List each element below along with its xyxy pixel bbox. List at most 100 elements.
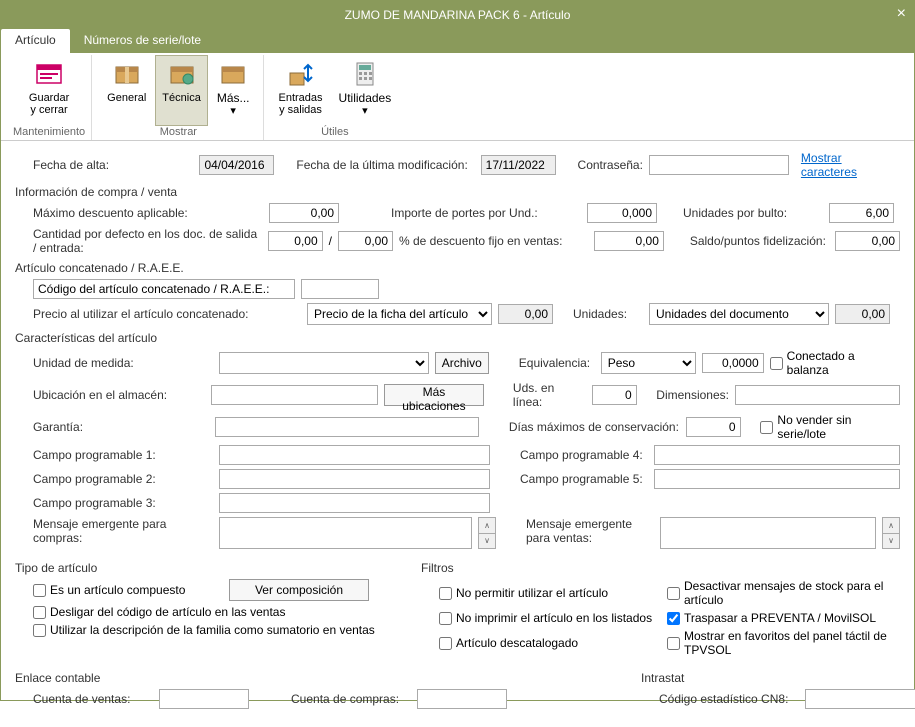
- entradas-button[interactable]: Entradas y salidas: [272, 55, 330, 126]
- section-filtros: Filtros: [421, 561, 900, 575]
- close-icon[interactable]: ×: [897, 5, 906, 23]
- equiv-field[interactable]: [702, 353, 764, 373]
- dim-label: Dimensiones:: [656, 388, 729, 402]
- calculator-icon: [349, 58, 381, 90]
- no-vender-checkbox[interactable]: No vender sin serie/lote: [760, 413, 900, 441]
- uds-bulto-label: Unidades por bulto:: [683, 206, 823, 220]
- cn8-label: Código estadístico CN8:: [659, 692, 799, 706]
- tab-articulo[interactable]: Artículo: [1, 29, 70, 53]
- contrasena-label: Contraseña:: [578, 158, 643, 172]
- fecha-alta-label: Fecha de alta:: [15, 158, 193, 172]
- cp5-label: Campo programable 5:: [520, 472, 648, 486]
- utilidades-label: Utilidades▾: [339, 92, 392, 117]
- fecha-mod-field: [481, 155, 556, 175]
- box-icon: [111, 58, 143, 90]
- tecnica-label: Técnica: [162, 92, 201, 104]
- garantia-field[interactable]: [215, 417, 480, 437]
- tecnica-button[interactable]: Técnica: [155, 55, 208, 126]
- msg-ventas-field[interactable]: [660, 517, 876, 549]
- box-gear-icon: [166, 58, 198, 90]
- max-desc-field[interactable]: [269, 203, 339, 223]
- cant-def-field-2[interactable]: [338, 231, 393, 251]
- dias-label: Días máximos de conservación:: [509, 420, 680, 434]
- section-concat: Artículo concatenado / R.A.E.E.: [15, 261, 900, 275]
- cp4-field[interactable]: [654, 445, 900, 465]
- precio-concat-num: [498, 304, 553, 324]
- uds-bulto-field[interactable]: [829, 203, 894, 223]
- general-label: General: [107, 92, 146, 104]
- entradas-label: Entradas y salidas: [279, 92, 323, 116]
- uds-linea-field[interactable]: [592, 385, 637, 405]
- saldo-field[interactable]: [835, 231, 900, 251]
- cv-field[interactable]: [159, 689, 249, 709]
- pct-field[interactable]: [594, 231, 664, 251]
- archivo-button[interactable]: Archivo: [435, 352, 489, 374]
- equiv-label: Equivalencia:: [519, 356, 595, 370]
- ver-comp-button[interactable]: Ver composición: [229, 579, 369, 601]
- cv-label: Cuenta de ventas:: [33, 692, 153, 706]
- compuesto-checkbox[interactable]: Es un artículo compuesto: [33, 583, 223, 597]
- mas-ubic-button[interactable]: Más ubicaciones: [384, 384, 484, 406]
- save-close-button[interactable]: Guardar y cerrar: [22, 55, 76, 126]
- tab-strip: Artículo Números de serie/lote: [1, 29, 914, 53]
- dias-field[interactable]: [686, 417, 741, 437]
- dim-field[interactable]: [735, 385, 900, 405]
- pct-label: % de descuento fijo en ventas:: [399, 234, 588, 248]
- save-icon: [33, 58, 65, 90]
- importe-field[interactable]: [587, 203, 657, 223]
- equiv-select[interactable]: Peso: [601, 352, 696, 374]
- msg-compras-field[interactable]: [219, 517, 472, 549]
- arrows-icon: [285, 58, 317, 90]
- desact-stock-checkbox[interactable]: Desactivar mensajes de stock para el art…: [667, 579, 900, 607]
- tab-series[interactable]: Números de serie/lote: [70, 29, 215, 53]
- importe-label: Importe de portes por Und.:: [391, 206, 581, 220]
- cn8-field[interactable]: [805, 689, 915, 709]
- cod-concat-field[interactable]: [301, 279, 379, 299]
- group-mantenimiento: Mantenimiento: [13, 126, 85, 140]
- um-label: Unidad de medida:: [33, 356, 213, 370]
- cc-field[interactable]: [417, 689, 507, 709]
- cant-def-field-1[interactable]: [268, 231, 323, 251]
- mas-label: Más...▾: [217, 92, 250, 117]
- contrasena-field[interactable]: [649, 155, 789, 175]
- traspasar-checkbox[interactable]: Traspasar a PREVENTA / MovilSOL: [667, 611, 876, 625]
- cp2-field[interactable]: [219, 469, 490, 489]
- mostrar-fav-checkbox[interactable]: Mostrar en favoritos del panel táctil de…: [667, 629, 900, 657]
- uds-concat-num: [835, 304, 890, 324]
- window-title: ZUMO DE MANDARINA PACK 6 - Artículo: [345, 8, 571, 22]
- no-permitir-checkbox[interactable]: No permitir utilizar el artículo: [439, 586, 661, 600]
- cp3-field[interactable]: [219, 493, 490, 513]
- section-contab: Enlace contable: [15, 671, 635, 685]
- mostrar-caracteres-link[interactable]: Mostrar caracteres: [801, 151, 900, 179]
- precio-concat-label: Precio al utilizar el artículo concatena…: [33, 307, 301, 321]
- mas-button[interactable]: Más...▾: [210, 55, 257, 126]
- section-tipo: Tipo de artículo: [15, 561, 415, 575]
- cp5-field[interactable]: [654, 469, 900, 489]
- msg-compras-spinner[interactable]: ∧∨: [478, 517, 496, 549]
- util-desc-checkbox[interactable]: Utilizar la descripción de la familia co…: [33, 623, 375, 637]
- msg-compras-label: Mensaje emergente para compras:: [33, 517, 213, 545]
- precio-concat-select[interactable]: Precio de la ficha del artículo: [307, 303, 492, 325]
- max-desc-label: Máximo descuento aplicable:: [33, 206, 263, 220]
- uds-linea-label: Uds. en línea:: [513, 381, 586, 409]
- ubic-field[interactable]: [211, 385, 378, 405]
- titlebar: ZUMO DE MANDARINA PACK 6 - Artículo ×: [1, 1, 914, 29]
- descat-checkbox[interactable]: Artículo descatalogado: [439, 636, 661, 650]
- utilidades-button[interactable]: Utilidades▾: [332, 55, 399, 126]
- msg-ventas-label: Mensaje emergente para ventas:: [526, 517, 654, 545]
- ubic-label: Ubicación en el almacén:: [33, 388, 205, 402]
- cp1-field[interactable]: [219, 445, 490, 465]
- general-button[interactable]: General: [100, 55, 153, 126]
- uds-concat-select[interactable]: Unidades del documento: [649, 303, 829, 325]
- fecha-mod-label: Fecha de la última modificación:: [296, 158, 474, 172]
- no-imprimir-checkbox[interactable]: No imprimir el artículo en los listados: [439, 611, 661, 625]
- um-select[interactable]: [219, 352, 429, 374]
- desligar-checkbox[interactable]: Desligar del código de artículo en las v…: [33, 605, 285, 619]
- group-utiles: Útiles: [321, 126, 349, 140]
- conectado-checkbox[interactable]: Conectado a balanza: [770, 349, 900, 377]
- cp1-label: Campo programable 1:: [33, 448, 213, 462]
- msg-ventas-spinner[interactable]: ∧∨: [882, 517, 900, 549]
- fecha-alta-field: [199, 155, 274, 175]
- saldo-label: Saldo/puntos fidelización:: [690, 234, 829, 248]
- section-carac: Características del artículo: [15, 331, 900, 345]
